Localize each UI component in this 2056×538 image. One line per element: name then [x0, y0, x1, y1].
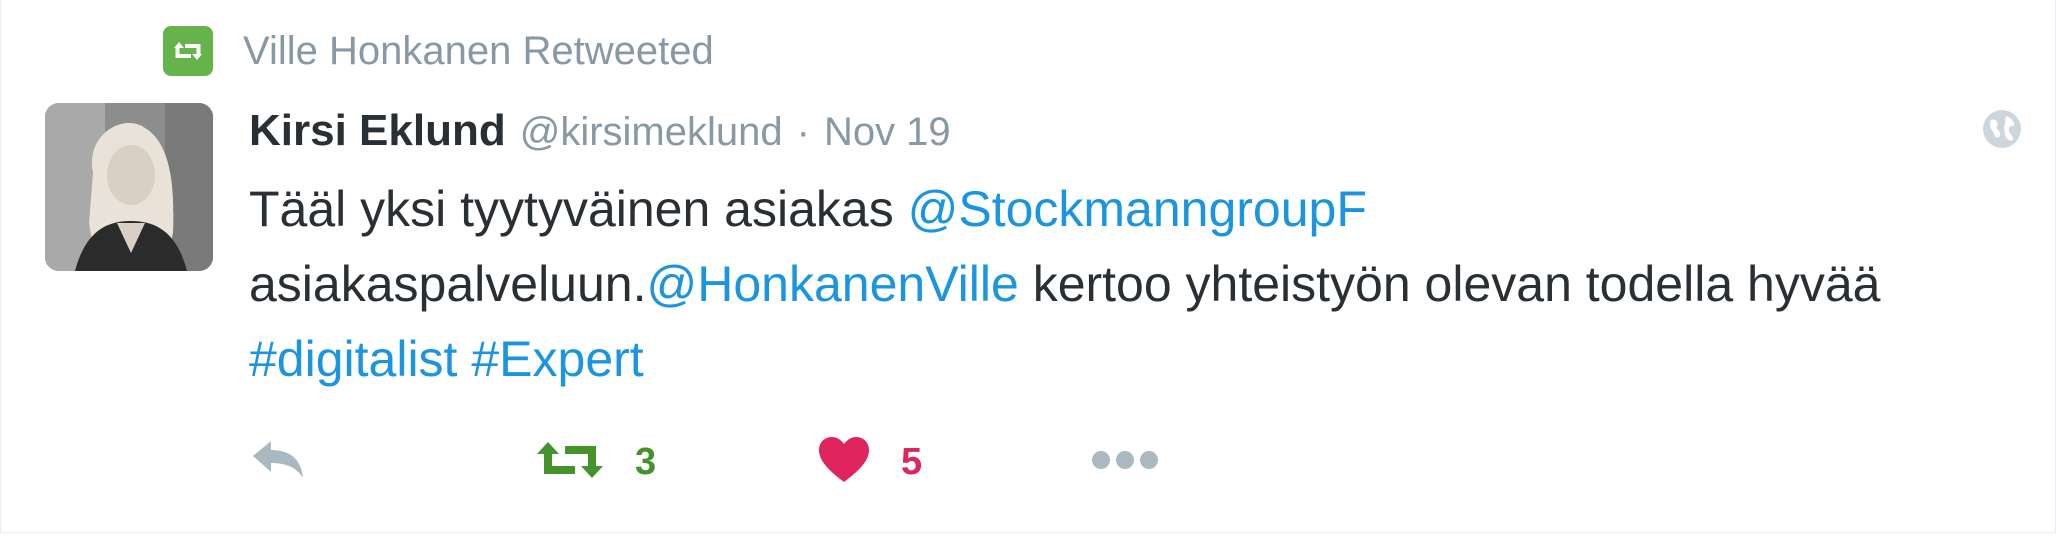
tweet-text-part: asiakaspalveluun. — [249, 256, 647, 312]
retweeted-by-text[interactable]: Ville Honkanen Retweeted — [243, 29, 714, 74]
retweet-context: Ville Honkanen Retweeted — [163, 26, 714, 76]
tweet-header: Kirsi Eklund @kirsimeklund · Nov 19 — [249, 106, 951, 156]
tweet-text-part — [457, 331, 471, 387]
hashtag-link[interactable]: #digitalist — [249, 331, 457, 387]
tweet-card[interactable]: Ville Honkanen Retweeted Kirsi Eklund @k… — [0, 0, 2056, 533]
tweet-text-part: Tääl yksi tyytyväinen asiakas — [249, 181, 908, 237]
like-count: 5 — [901, 440, 923, 483]
tweet-timestamp[interactable]: Nov 19 — [824, 110, 951, 155]
tweet-text: Tääl yksi tyytyväinen asiakas @Stockmann… — [249, 172, 1949, 397]
mention-link[interactable]: @HonkanenVille — [647, 256, 1019, 312]
retweet-icon — [535, 438, 605, 487]
globe-icon — [1981, 108, 2023, 150]
avatar[interactable] — [45, 103, 213, 271]
more-button[interactable] — [1091, 434, 1159, 490]
author-fullname[interactable]: Kirsi Eklund — [249, 106, 506, 156]
author-username[interactable]: @kirsimeklund — [520, 110, 783, 155]
tweet-actions: 3 5 — [249, 434, 1249, 490]
mention-link[interactable]: @StockmanngroupF — [908, 181, 1367, 237]
tweet-text-part: kertoo yhteistyön olevan todella hyvää — [1018, 256, 1881, 312]
heart-icon — [817, 436, 871, 489]
like-button[interactable]: 5 — [817, 434, 922, 490]
reply-icon — [249, 438, 307, 487]
retweet-badge-icon — [163, 26, 213, 76]
separator-dot: · — [796, 110, 810, 154]
hashtag-link[interactable]: #Expert — [471, 331, 643, 387]
retweet-count: 3 — [635, 440, 657, 483]
reply-button[interactable] — [249, 434, 307, 490]
more-dots-icon — [1091, 450, 1159, 475]
retweet-button[interactable]: 3 — [535, 434, 656, 490]
